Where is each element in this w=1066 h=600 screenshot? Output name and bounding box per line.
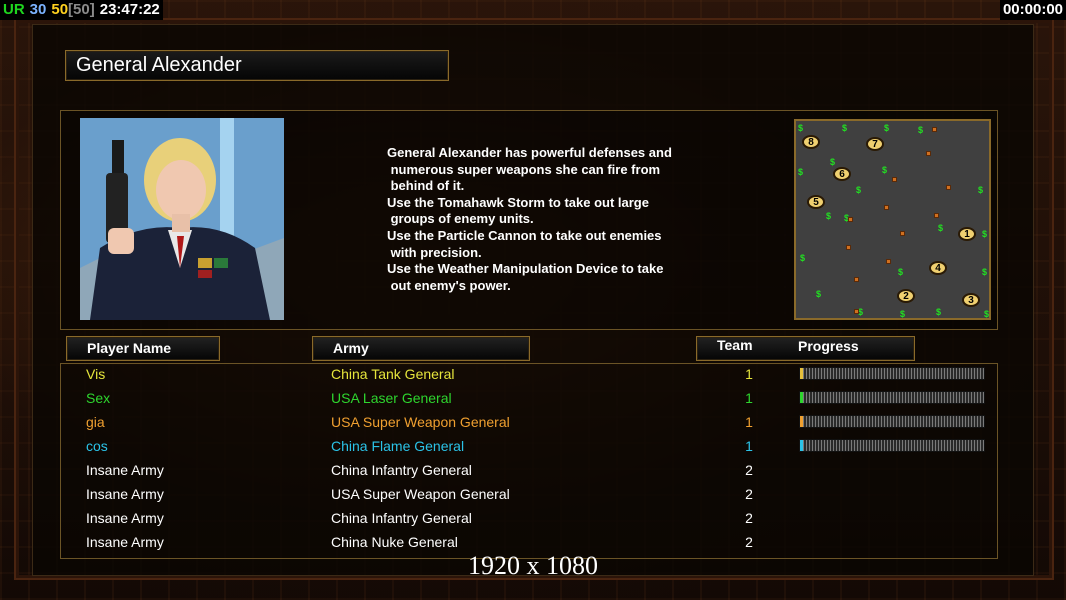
player-team: 2 — [745, 462, 753, 478]
player-name: Insane Army — [86, 534, 164, 550]
player-army: USA Super Weapon General — [331, 414, 510, 430]
player-row: Insane Army China Infantry General 2 — [60, 508, 998, 532]
loading-progress-bar — [799, 415, 985, 428]
header-player-name: Player Name — [66, 336, 220, 361]
start-position-marker[interactable]: 4 — [929, 261, 947, 275]
loading-progress-bar — [799, 439, 985, 452]
money-icon: $ — [882, 165, 888, 175]
player-team: 1 — [745, 390, 753, 406]
money-icon: $ — [884, 123, 890, 133]
money-icon: $ — [982, 267, 988, 277]
money-icon: $ — [830, 157, 836, 167]
money-icon: $ — [798, 123, 804, 133]
general-name-title: General Alexander — [65, 50, 449, 81]
money-icon: $ — [842, 123, 848, 133]
money-icon: $ — [798, 167, 804, 177]
player-team: 1 — [745, 366, 753, 382]
oil-derrick-icon — [934, 213, 939, 218]
header-team: Team — [717, 337, 753, 353]
player-army: China Infantry General — [331, 510, 472, 526]
money-icon: $ — [978, 185, 984, 195]
loading-progress-fill — [800, 392, 803, 403]
player-army: China Flame General — [331, 438, 465, 454]
loading-progress-fill — [800, 416, 803, 427]
loading-progress-bar — [799, 391, 985, 404]
player-team: 1 — [745, 438, 753, 454]
oil-derrick-icon — [854, 309, 859, 314]
money-icon: $ — [918, 125, 924, 135]
oil-derrick-icon — [846, 245, 851, 250]
player-name: Insane Army — [86, 462, 164, 478]
oil-derrick-icon — [926, 151, 931, 156]
start-position-marker[interactable]: 6 — [833, 167, 851, 181]
player-army: China Nuke General — [331, 534, 458, 550]
hud-status-bar: UR 30 50[50] 23:47:22 — [0, 0, 163, 20]
loading-progress-fill — [800, 440, 803, 451]
player-name: Sex — [86, 390, 111, 406]
player-row: Insane Army China Infantry General 2 — [60, 460, 998, 484]
money-icon: $ — [938, 223, 944, 233]
player-name: gia — [86, 414, 105, 430]
oil-derrick-icon — [946, 185, 951, 190]
player-row: cos China Flame General 1 — [60, 436, 998, 460]
player-row: Vis China Tank General 1 — [60, 364, 998, 388]
oil-derrick-icon — [854, 277, 859, 282]
money-icon: $ — [856, 185, 862, 195]
player-row: Insane Army USA Super Weapon General 2 — [60, 484, 998, 508]
general-description: General Alexander has powerful defenses … — [387, 145, 672, 293]
money-icon: $ — [982, 229, 988, 239]
start-position-marker[interactable]: 1 — [958, 227, 976, 241]
hud-value-1: 30 — [29, 1, 47, 18]
general-portrait-image — [80, 118, 284, 320]
header-army: Army — [312, 336, 530, 361]
hud-mode: UR — [3, 1, 25, 18]
oil-derrick-icon — [884, 205, 889, 210]
hud-value-3: [50] — [68, 1, 95, 18]
hud-timer: 00:00:00 — [999, 0, 1066, 20]
player-army: USA Laser General — [331, 390, 452, 406]
money-icon: $ — [800, 253, 806, 263]
oil-derrick-icon — [848, 217, 853, 222]
hud-value-2: 50 — [51, 1, 69, 18]
player-army: USA Super Weapon General — [331, 486, 510, 502]
player-name: Insane Army — [86, 510, 164, 526]
oil-derrick-icon — [886, 259, 891, 264]
start-position-marker[interactable]: 2 — [897, 289, 915, 303]
player-name: Insane Army — [86, 486, 164, 502]
oil-derrick-icon — [900, 231, 905, 236]
hud-clock: 23:47:22 — [99, 1, 160, 18]
money-icon: $ — [984, 309, 990, 319]
loading-progress-fill — [800, 368, 803, 379]
header-progress: Progress — [798, 338, 859, 354]
minimap: 8 7 6 5 1 4 2 3 $ $ $ $ $ $ $ $ $ $ $ $ … — [794, 119, 991, 320]
player-name: cos — [86, 438, 108, 454]
player-team: 2 — [745, 486, 753, 502]
oil-derrick-icon — [892, 177, 897, 182]
resolution-caption: 1920 x 1080 — [468, 551, 598, 580]
money-icon: $ — [826, 211, 832, 221]
player-army: China Infantry General — [331, 462, 472, 478]
header-team-progress: Team Progress — [696, 336, 915, 361]
money-icon: $ — [936, 307, 942, 317]
start-position-marker[interactable]: 8 — [802, 135, 820, 149]
money-icon: $ — [898, 267, 904, 277]
player-row: gia USA Super Weapon General 1 — [60, 412, 998, 436]
player-team: 2 — [745, 510, 753, 526]
oil-derrick-icon — [932, 127, 937, 132]
start-position-marker[interactable]: 3 — [962, 293, 980, 307]
start-position-marker[interactable]: 5 — [807, 195, 825, 209]
money-icon: $ — [900, 309, 906, 319]
player-team: 2 — [745, 534, 753, 550]
player-name: Vis — [86, 366, 106, 382]
player-army: China Tank General — [331, 366, 455, 382]
player-row: Sex USA Laser General 1 — [60, 388, 998, 412]
general-portrait — [80, 118, 284, 320]
player-team: 1 — [745, 414, 753, 430]
money-icon: $ — [816, 289, 822, 299]
loading-progress-bar — [799, 367, 985, 380]
start-position-marker[interactable]: 7 — [866, 137, 884, 151]
